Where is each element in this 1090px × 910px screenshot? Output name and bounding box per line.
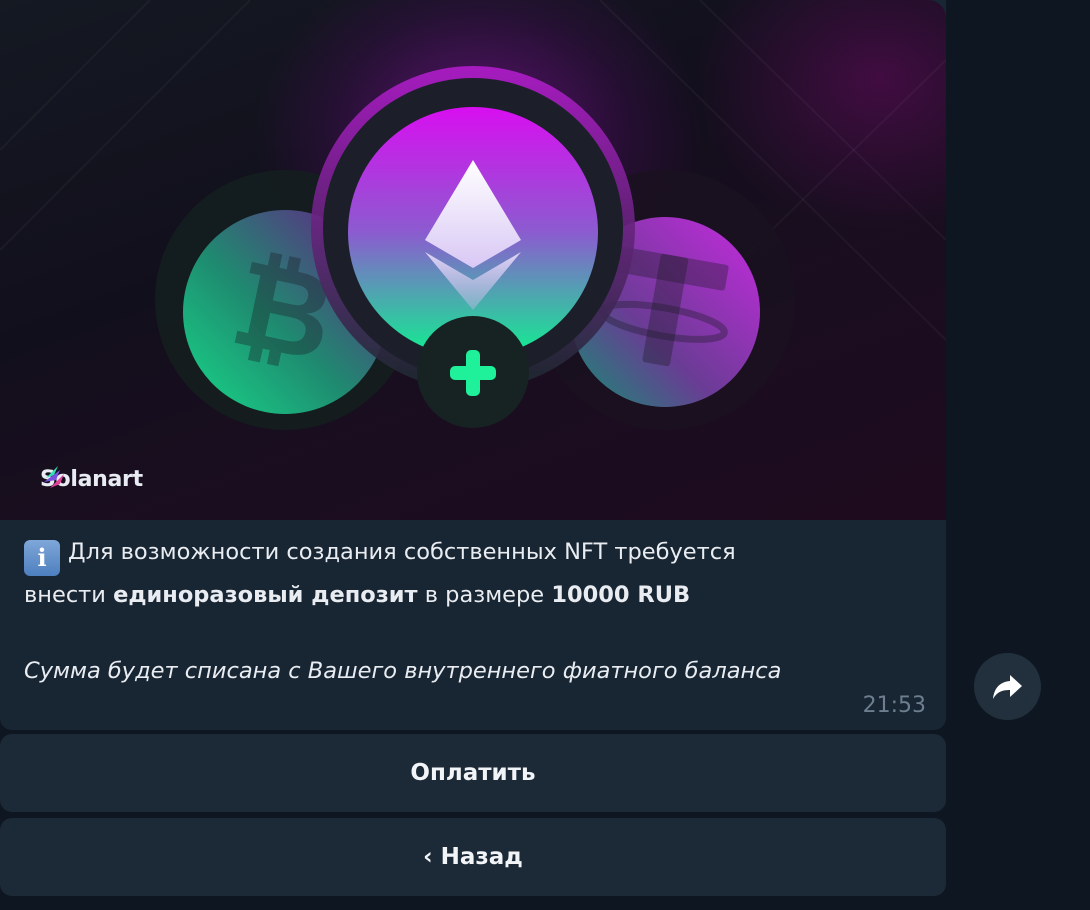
brand-logo: Solanart (40, 462, 143, 496)
pay-button[interactable]: Оплатить (0, 734, 946, 812)
forward-arrow-icon (992, 674, 1022, 699)
message-line2-mid: в размере (417, 582, 552, 608)
info-icon: i (24, 540, 60, 576)
coins-illustration: ₿ (0, 0, 946, 430)
plus-badge (417, 316, 529, 428)
back-button[interactable]: ‹ Назад (0, 818, 946, 896)
forward-button[interactable] (974, 653, 1041, 720)
message-time: 21:53 (862, 693, 926, 718)
message-line2-prefix: внести (24, 582, 114, 608)
deposit-amount: 10000 RUB (551, 582, 691, 608)
promo-image: ₿ Solanart (0, 0, 946, 520)
deposit-label: единоразовый депозит (113, 582, 418, 608)
solanart-logo-icon (44, 466, 64, 488)
message-text: i Для возможности создания собственных NF… (24, 533, 924, 690)
message-note: Сумма будет списана с Вашего внутреннего… (24, 658, 782, 684)
bot-message: ₿ Solanart i Для возможности создания со… (0, 0, 946, 730)
message-line1: Для возможности создания собственных NFT… (68, 539, 736, 565)
